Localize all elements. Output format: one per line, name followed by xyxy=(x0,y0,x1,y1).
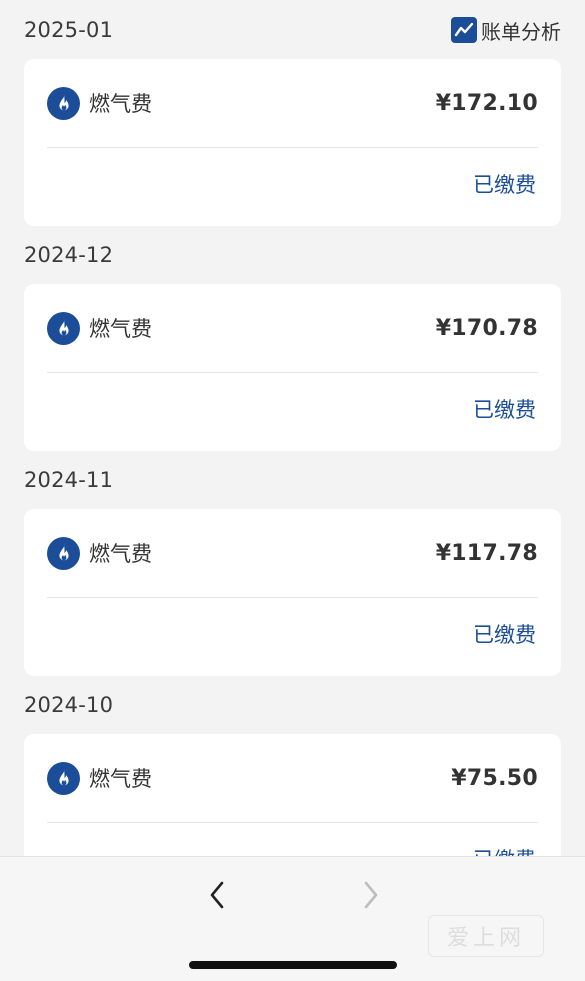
month-label: 2024-11 xyxy=(24,468,114,492)
bill-amount: ¥172.10 xyxy=(435,90,538,116)
paid-status[interactable]: 已缴费 xyxy=(473,619,536,649)
bill-card[interactable]: 燃气费 ¥172.10 已缴费 xyxy=(24,59,561,226)
browser-toolbar: 爱上网 xyxy=(0,856,585,981)
divider xyxy=(47,147,538,148)
chevron-right-icon[interactable] xyxy=(356,877,384,913)
flame-icon xyxy=(47,86,80,120)
bill-card[interactable]: 燃气费 ¥170.78 已缴费 xyxy=(24,284,561,451)
paid-status[interactable]: 已缴费 xyxy=(473,169,536,199)
bill-card[interactable]: 燃气费 ¥75.50 已缴费 xyxy=(24,734,561,856)
bill-amount: ¥75.50 xyxy=(451,765,538,791)
divider xyxy=(47,597,538,598)
month-label: 2024-12 xyxy=(24,243,114,267)
bill-amount: ¥117.78 xyxy=(435,540,538,566)
chevron-left-icon[interactable] xyxy=(204,877,232,913)
bill-analysis-button[interactable]: 账单分析 xyxy=(451,16,561,45)
bill-amount: ¥170.78 xyxy=(435,315,538,341)
paid-status[interactable]: 已缴费 xyxy=(473,844,536,856)
divider xyxy=(47,822,538,823)
month-label: 2024-10 xyxy=(24,693,114,717)
month-label: 2025-01 xyxy=(24,18,114,42)
paid-status[interactable]: 已缴费 xyxy=(473,394,536,424)
flame-icon xyxy=(47,536,80,570)
month-header: 2025-01 账单分析 xyxy=(24,10,561,50)
trend-chart-icon xyxy=(451,17,477,43)
month-header: 2024-10 xyxy=(24,685,561,725)
bill-card[interactable]: 燃气费 ¥117.78 已缴费 xyxy=(24,509,561,676)
fee-name: 燃气费 xyxy=(89,92,152,116)
bill-analysis-label: 账单分析 xyxy=(481,19,561,44)
bill-list[interactable]: 2025-01 账单分析 燃气费 ¥172.10 已缴费 2024-12 燃气费… xyxy=(0,0,585,856)
month-header: 2024-11 xyxy=(24,460,561,500)
divider xyxy=(47,372,538,373)
flame-icon xyxy=(47,311,80,345)
flame-icon xyxy=(47,761,80,795)
fee-name: 燃气费 xyxy=(89,542,152,566)
month-header: 2024-12 xyxy=(24,235,561,275)
home-indicator[interactable] xyxy=(189,961,397,969)
watermark: 爱上网 xyxy=(428,915,544,957)
fee-name: 燃气费 xyxy=(89,767,152,791)
fee-name: 燃气费 xyxy=(89,317,152,341)
